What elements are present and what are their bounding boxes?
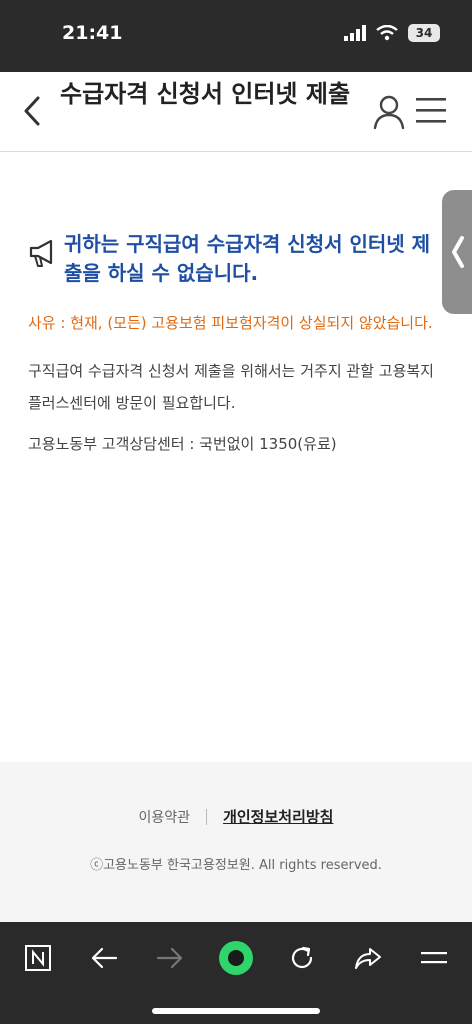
battery-indicator: 34: [408, 24, 440, 42]
footer-links: 이용약관 개인정보처리방침: [0, 806, 472, 827]
page-title: 수급자격 신청서 인터넷 제출: [60, 80, 351, 108]
description-text: 구직급여 수급자격 신청서 제출을 위해서는 거주지 관할 고용복지플러스센터에…: [28, 362, 434, 412]
share-icon: [355, 948, 381, 969]
arrow-right-icon: [156, 947, 183, 969]
wifi-icon: [376, 25, 398, 41]
browser-back-button[interactable]: [84, 938, 124, 978]
chevron-left-icon: [452, 236, 464, 268]
privacy-link[interactable]: 개인정보처리방침: [223, 806, 333, 827]
refresh-button[interactable]: [282, 938, 322, 978]
notice-block: 귀하는 구직급여 수급자격 신청서 인터넷 제출을 하실 수 없습니다.: [28, 230, 442, 288]
status-bar: 21:41 34: [0, 0, 472, 72]
reason-text: 사유 : 현재, (모든) 고용보험 피보험자격이 상실되지 않았습니다.: [28, 314, 433, 332]
green-dot-icon: [219, 941, 253, 975]
home-indicator: [152, 1008, 320, 1014]
hamburger-icon: [421, 952, 447, 964]
back-icon[interactable]: [18, 92, 46, 130]
menu-icon[interactable]: [414, 96, 448, 126]
signal-icon: [344, 25, 366, 41]
arrow-left-icon: [91, 947, 118, 969]
share-button[interactable]: [348, 938, 388, 978]
contact-text: 고용노동부 고객상담센터 : 국번없이 1350(유료): [28, 435, 337, 453]
status-icons: 34: [344, 24, 440, 42]
green-dot-button[interactable]: [216, 938, 256, 978]
notice-heading: 귀하는 구직급여 수급자격 신청서 인터넷 제출을 하실 수 없습니다.: [64, 232, 431, 285]
footer: 이용약관 개인정보처리방침 ⓒ고용노동부 한국고용정보원. All rights…: [0, 762, 472, 922]
browser-forward-button[interactable]: [150, 938, 190, 978]
user-icon[interactable]: [372, 94, 406, 130]
browser-menu-button[interactable]: [414, 938, 454, 978]
terms-link[interactable]: 이용약관: [139, 807, 191, 827]
naver-home-button[interactable]: [18, 938, 58, 978]
copyright-text: ⓒ고용노동부 한국고용정보원. All rights reserved.: [90, 858, 382, 873]
refresh-icon: [291, 946, 313, 969]
megaphone-icon: [29, 239, 53, 267]
page-header: 수급자격 신청서 인터넷 제출: [0, 72, 472, 152]
main-content: 귀하는 구직급여 수급자격 신청서 인터넷 제출을 하실 수 없습니다. 사유 …: [28, 230, 442, 457]
status-time: 21:41: [62, 22, 123, 44]
side-panel-handle[interactable]: [442, 190, 472, 314]
naver-icon: [25, 945, 51, 971]
footer-divider: [206, 808, 208, 825]
